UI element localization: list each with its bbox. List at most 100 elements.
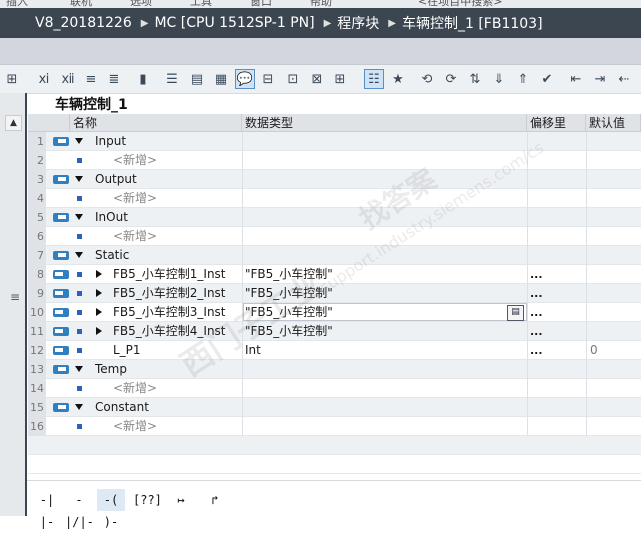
add-row-icon[interactable]: ≣	[105, 70, 123, 88]
expand-arrow-icon[interactable]	[96, 270, 102, 278]
menu-item[interactable]: 工具	[190, 0, 212, 8]
row-number[interactable]: 12	[28, 341, 46, 360]
row-number[interactable]: 14	[28, 379, 46, 398]
expand-arrow-icon[interactable]	[75, 404, 83, 410]
next-error-icon[interactable]: ⇥	[591, 70, 609, 88]
abs-operand-icon[interactable]: ⊠	[308, 70, 326, 88]
open-branch-button[interactable]: ↦	[167, 489, 195, 511]
comments-icon[interactable]: 💬	[235, 69, 255, 89]
operand-info-icon[interactable]: ⊞	[331, 70, 349, 88]
variable-default[interactable]: 0	[590, 341, 598, 360]
menu-item[interactable]: 插入	[6, 0, 28, 8]
table-row[interactable]: 3 Output	[28, 170, 641, 189]
menu-item[interactable]: 选项	[130, 0, 152, 8]
row-number[interactable]: 4	[28, 189, 46, 208]
delete-network-icon[interactable]: ⅻ	[59, 70, 77, 88]
step-icon[interactable]: ⟳	[442, 70, 460, 88]
expand-arrow-icon[interactable]	[75, 138, 83, 144]
expand-arrow-icon[interactable]	[96, 308, 102, 316]
menu-item[interactable]: 窗口	[250, 0, 272, 8]
add-new-placeholder[interactable]: <新增>	[113, 151, 157, 170]
row-number[interactable]: 3	[28, 170, 46, 189]
prev-error-icon[interactable]: ⇠	[615, 70, 633, 88]
close-branch-button[interactable]: ↱	[201, 489, 229, 511]
row-number[interactable]: 15	[28, 398, 46, 417]
left-splitter[interactable]: ≡	[0, 93, 27, 516]
nc-contact-button[interactable]: -|/|-	[65, 489, 94, 529]
breadcrumb-program-blocks[interactable]: 程序块	[337, 13, 379, 33]
download-icon[interactable]: ⇓	[490, 70, 508, 88]
row-number[interactable]: 1	[28, 132, 46, 151]
collapse-interface-icon[interactable]: ▲	[5, 115, 22, 131]
network-view-icon[interactable]: ▦	[212, 70, 230, 88]
variable-name[interactable]: FB5_小车控制3_Inst	[113, 303, 226, 322]
compile-check-icon[interactable]: ✔	[538, 70, 556, 88]
breadcrumb-project[interactable]: V8_20181226	[35, 15, 132, 31]
goto-icon[interactable]: ⇤	[567, 70, 585, 88]
expand-arrow-icon[interactable]	[75, 252, 83, 258]
table-row[interactable]: 15 Constant	[28, 398, 641, 417]
coil-button[interactable]: -( )-	[97, 489, 125, 529]
row-number[interactable]: 5	[28, 208, 46, 227]
expand-arrow-icon[interactable]	[75, 176, 83, 182]
breadcrumb-device[interactable]: MC [CPU 1512SP-1 PN]	[154, 15, 314, 31]
variable-name[interactable]: FB5_小车控制1_Inst	[113, 265, 226, 284]
expand-arrow-icon[interactable]	[96, 289, 102, 297]
table-row[interactable]: 6 <新增>	[28, 227, 641, 246]
table-row[interactable]: 12 L_P1 Int... 0	[28, 341, 641, 360]
table-row[interactable]: 1 Input	[28, 132, 641, 151]
table-row[interactable]: 7 Static	[28, 246, 641, 265]
list-icon[interactable]: ☰	[163, 70, 181, 88]
expand-all-icon[interactable]: ⊟	[259, 70, 277, 88]
collapse-all-icon[interactable]: ⊡	[284, 70, 302, 88]
open-block-icon[interactable]: ▤	[188, 70, 206, 88]
row-number[interactable]: 8	[28, 265, 46, 284]
breadcrumb-block[interactable]: 车辆控制_1 [FB1103]	[402, 13, 543, 33]
menu-item[interactable]: 帮助	[310, 0, 332, 8]
monitor-icon[interactable]: ▮	[134, 70, 152, 88]
add-new-placeholder[interactable]: <新增>	[113, 227, 157, 246]
row-number[interactable]: 9	[28, 284, 46, 303]
project-search-input[interactable]: <在项目中搜索>	[418, 0, 502, 8]
set-breakpoint-icon[interactable]: ⟲	[418, 70, 436, 88]
column-header-offset[interactable]: 偏移里	[527, 114, 586, 132]
add-new-placeholder[interactable]: <新增>	[113, 417, 157, 436]
table-row[interactable]: 10 FB5_小车控制3_Inst ▤ "FB5_小车控制"...	[28, 303, 641, 322]
variable-name[interactable]: FB5_小车控制2_Inst	[113, 284, 226, 303]
upload-icon[interactable]: ⇑	[514, 70, 532, 88]
expand-arrow-icon[interactable]	[75, 366, 83, 372]
no-contact-button[interactable]: -| |-	[33, 489, 61, 529]
table-row[interactable]: 13 Temp	[28, 360, 641, 379]
row-number[interactable]: 16	[28, 417, 46, 436]
row-number[interactable]: 6	[28, 227, 46, 246]
row-number[interactable]: 7	[28, 246, 46, 265]
column-header-datatype[interactable]: 数据类型	[242, 114, 527, 132]
call-env-icon[interactable]: ⇅	[466, 70, 484, 88]
favorites-icon[interactable]: ★	[389, 70, 407, 88]
type-picker-icon[interactable]: ▤	[507, 305, 524, 321]
variable-name[interactable]: L_P1	[113, 341, 141, 360]
row-number[interactable]: 11	[28, 322, 46, 341]
menu-item[interactable]: 联机	[70, 0, 92, 8]
table-row[interactable]: 2 <新增>	[28, 151, 641, 170]
insert-network-icon[interactable]: ⊞	[3, 70, 21, 88]
row-number[interactable]: 13	[28, 360, 46, 379]
table-row[interactable]: 11 FB5_小车控制4_Inst "FB5_小车控制"...	[28, 322, 641, 341]
table-row[interactable]: 4 <新增>	[28, 189, 641, 208]
grip-icon[interactable]: ≡	[10, 290, 20, 304]
add-new-placeholder[interactable]: <新增>	[113, 189, 157, 208]
column-header-name[interactable]: 名称	[70, 114, 242, 132]
column-header-default[interactable]: 默认值	[586, 114, 641, 132]
expand-arrow-icon[interactable]	[96, 327, 102, 335]
table-row[interactable]: 5 InOut	[28, 208, 641, 227]
table-row[interactable]: 14 <新增>	[28, 379, 641, 398]
table-row[interactable]: 16 <新增>	[28, 417, 641, 436]
row-number[interactable]: 2	[28, 151, 46, 170]
add-new-placeholder[interactable]: <新增>	[113, 379, 157, 398]
expand-arrow-icon[interactable]	[75, 214, 83, 220]
empty-box-button[interactable]: [??]	[133, 489, 162, 511]
interface-icon[interactable]: ⅺ	[35, 70, 53, 88]
row-number[interactable]: 10	[28, 303, 46, 322]
filter-icon[interactable]: ☷	[364, 69, 384, 89]
insert-row-icon[interactable]: ≡	[82, 70, 100, 88]
